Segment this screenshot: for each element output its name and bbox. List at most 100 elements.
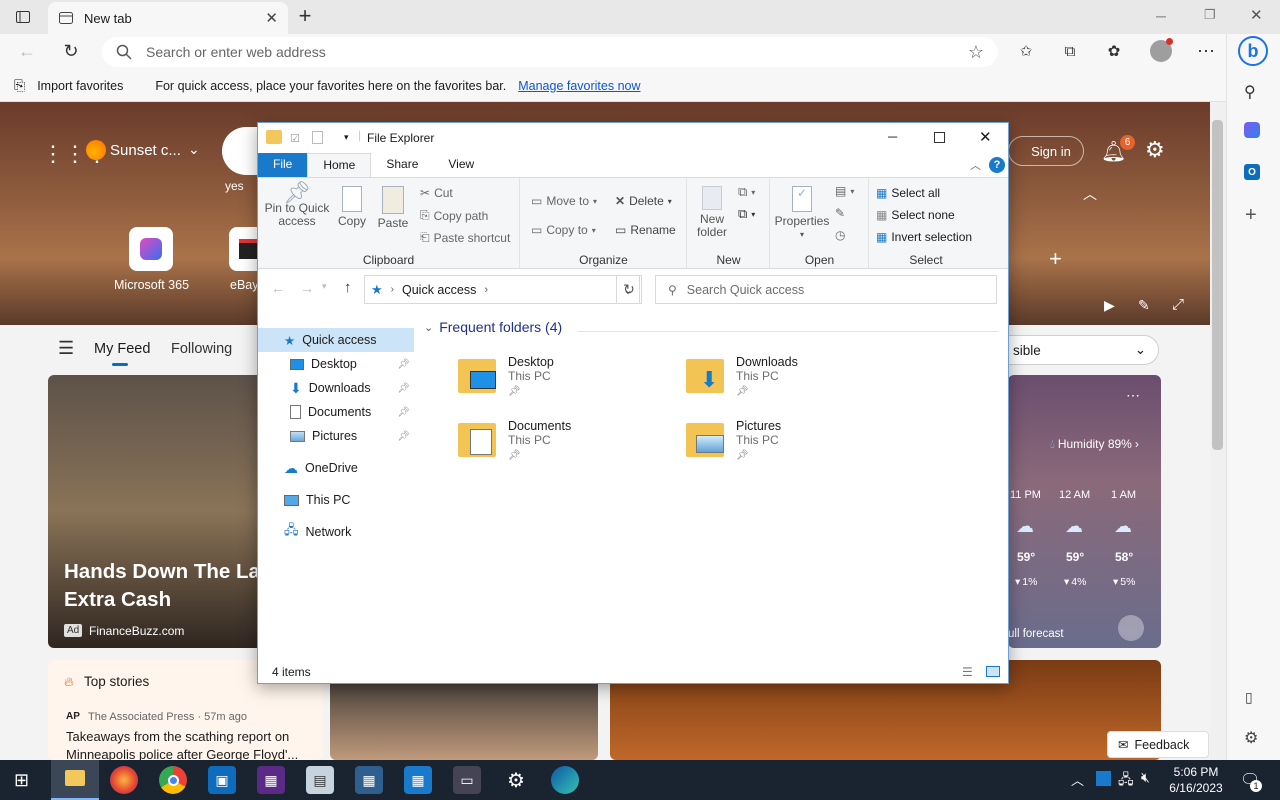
pin-quick-access-button[interactable]: 📌︎ Pin to Quick access <box>264 182 330 228</box>
sidebar-panel-icon[interactable]: ▯ <box>1245 689 1253 706</box>
favorites-icon[interactable]: ✩ <box>1013 38 1039 64</box>
close-icon[interactable]: ✕ <box>979 128 992 146</box>
outlook-icon[interactable]: O <box>1244 164 1260 180</box>
profile-avatar[interactable] <box>1150 38 1173 62</box>
import-favorites-icon[interactable]: ⎘ <box>14 77 25 94</box>
folder-pictures[interactable]: Pictures This PC 📌︎ <box>686 419 781 461</box>
show-hidden-icons-icon[interactable]: ︿ <box>1071 770 1084 789</box>
details-view-icon[interactable]: ☰ <box>962 665 973 679</box>
location-label[interactable]: Sunset c... <box>110 142 181 159</box>
volume-muted-icon[interactable]: 🔇︎ <box>1141 769 1150 786</box>
bing-chat-icon[interactable]: b <box>1238 36 1268 66</box>
title-bar[interactable]: ☑ ▾ | File Explorer ─ ✕ <box>258 123 1008 153</box>
tab-following[interactable]: Following <box>171 341 232 357</box>
store-icon[interactable]: ▣ <box>208 766 236 794</box>
nav-documents[interactable]: Documents 📌︎ <box>258 400 414 424</box>
edit-background-icon[interactable]: ✎ <box>1138 297 1150 314</box>
invert-selection-button[interactable]: ▦ Invert selection <box>876 230 972 244</box>
back-icon[interactable]: ← <box>14 38 40 64</box>
extensions-icon[interactable]: ✿ <box>1101 38 1127 64</box>
manage-favorites-link[interactable]: Manage favorites now <box>518 79 640 93</box>
sign-in-button[interactable]: Sign in <box>1008 136 1084 166</box>
tab-home[interactable]: Home <box>307 153 372 177</box>
address-bar[interactable]: ★ › Quick access › ⌄ <box>364 275 640 304</box>
weather-card[interactable]: ⋯ 💧︎ Humidity 89% › 11 PM 12 AM 1 AM ☁ ☁ ☁… <box>1008 375 1161 648</box>
copy-button[interactable]: Copy <box>336 186 368 228</box>
story-headline[interactable]: Takeaways from the scathing report on Mi… <box>66 728 316 764</box>
properties-button[interactable]: ✓ Properties ▾ <box>773 186 831 241</box>
play-icon[interactable]: ▶ <box>1104 297 1115 314</box>
screen-tool-icon[interactable]: ▤ <box>306 766 334 794</box>
select-all-button[interactable]: ▦ Select all <box>876 186 940 200</box>
rename-button[interactable]: ▭ Rename <box>615 223 676 237</box>
maximize-icon[interactable] <box>934 132 945 143</box>
quick-link-label[interactable]: Microsoft 365 <box>114 278 189 292</box>
network-status-icon[interactable]: 🖧︎ <box>1118 769 1134 793</box>
sidebar-search-icon[interactable]: ⚲ <box>1244 82 1256 102</box>
chevron-up-icon[interactable]: ︿ <box>1083 184 1097 204</box>
weather-avatar[interactable] <box>1118 615 1144 641</box>
forward-icon[interactable]: → <box>300 280 314 296</box>
chip-app-icon[interactable]: ▦ <box>257 766 285 794</box>
easy-access-icon[interactable]: ⧉ ▾ <box>738 206 755 222</box>
fullscreen-icon[interactable]: ⤢ <box>1172 296 1184 313</box>
clock[interactable]: 5:06 PM 6/16/2023 <box>1160 764 1232 796</box>
minimize-icon[interactable]: ─ <box>1156 8 1166 24</box>
tray-app-icon[interactable] <box>1096 771 1111 786</box>
chevron-down-icon[interactable]: ⌄ <box>188 141 200 158</box>
new-item-icon[interactable]: ⧉ ▾ <box>738 184 755 200</box>
restore-icon[interactable]: ❐ <box>1204 7 1216 23</box>
file-explorer-window[interactable]: ☑ ▾ | File Explorer ─ ✕ File Home Share … <box>257 122 1009 684</box>
close-tab-icon[interactable]: ✕ <box>265 9 278 27</box>
feedback-button[interactable]: ✉ Feedback <box>1107 731 1209 758</box>
nav-downloads[interactable]: ⬇ Downloads 📌︎ <box>258 376 414 400</box>
folder-downloads[interactable]: ⬇ Downloads This PC 📌︎ <box>686 355 798 397</box>
more-icon[interactable]: ⋯ <box>1126 387 1140 404</box>
recent-locations-icon[interactable]: ▾ <box>322 281 327 292</box>
address-bar[interactable]: Search or enter web address ☆ <box>102 37 998 67</box>
large-icons-view-icon[interactable] <box>986 666 1000 677</box>
tab-new-tab[interactable]: New tab ✕ <box>48 2 288 34</box>
collapse-ribbon-icon[interactable]: ︿ <box>970 157 981 173</box>
folder-documents[interactable]: Documents This PC 📌︎ <box>458 419 571 461</box>
firefox-icon[interactable] <box>110 766 138 794</box>
settings-gear-icon[interactable]: ⚙ <box>1145 137 1165 163</box>
tab-actions-icon[interactable] <box>10 4 36 30</box>
scrollbar-thumb[interactable] <box>1212 120 1223 450</box>
new-folder-button[interactable]: New folder <box>692 186 732 239</box>
delete-button[interactable]: ✕ Delete ▾ <box>615 194 672 208</box>
open-icon[interactable]: ▤ ▾ <box>835 184 854 198</box>
nav-network[interactable]: 🖧︎ Network <box>258 520 414 544</box>
breadcrumb-chevron-icon[interactable]: › <box>484 284 488 296</box>
nav-pictures[interactable]: Pictures 📌︎ <box>258 424 414 448</box>
sidebar-settings-icon[interactable]: ⚙ <box>1244 728 1258 748</box>
terminal-icon[interactable]: ▭ <box>453 766 481 794</box>
import-favorites-button[interactable]: Import favorites <box>37 79 123 93</box>
qat-dropdown-icon[interactable]: ▾ <box>344 132 349 143</box>
help-icon[interactable]: ? <box>989 157 1005 173</box>
nav-quick-access[interactable]: ★ Quick access <box>258 328 414 352</box>
nav-this-pc[interactable]: This PC <box>258 488 414 512</box>
tab-my-feed[interactable]: My Feed <box>94 341 150 357</box>
copy-path-button[interactable]: ⎘ Copy path <box>420 208 488 223</box>
refresh-icon[interactable]: ↻ <box>58 38 84 64</box>
calendar-icon[interactable]: ▦ <box>404 766 432 794</box>
tab-file[interactable]: File <box>258 153 308 177</box>
folder-desktop[interactable]: Desktop This PC 📌︎ <box>458 355 554 397</box>
paste-button[interactable]: Paste <box>376 186 410 230</box>
feed-menu-icon[interactable]: ☰ <box>58 338 74 359</box>
edge-icon[interactable] <box>551 766 579 794</box>
tab-share[interactable]: Share <box>371 153 433 177</box>
new-folder-qat-icon[interactable] <box>312 131 323 144</box>
frequent-folders-header[interactable]: ⌄ Frequent folders (4) <box>424 319 562 335</box>
start-windows-icon[interactable]: ⊞ <box>14 770 29 791</box>
microsoft365-tile[interactable] <box>129 227 173 271</box>
content-visibility-dropdown[interactable]: sible ⌄ <box>1000 335 1159 365</box>
cut-button[interactable]: ✂ Cut <box>420 186 453 200</box>
chrome-icon[interactable] <box>159 766 187 794</box>
edit-icon[interactable]: ✎ <box>835 206 845 220</box>
sidebar-add-icon[interactable]: + <box>1245 204 1257 227</box>
refresh-icon[interactable]: ↻ <box>616 275 642 304</box>
nav-desktop[interactable]: Desktop 📌︎ <box>258 352 414 376</box>
nav-onedrive[interactable]: ☁ OneDrive <box>258 456 414 480</box>
